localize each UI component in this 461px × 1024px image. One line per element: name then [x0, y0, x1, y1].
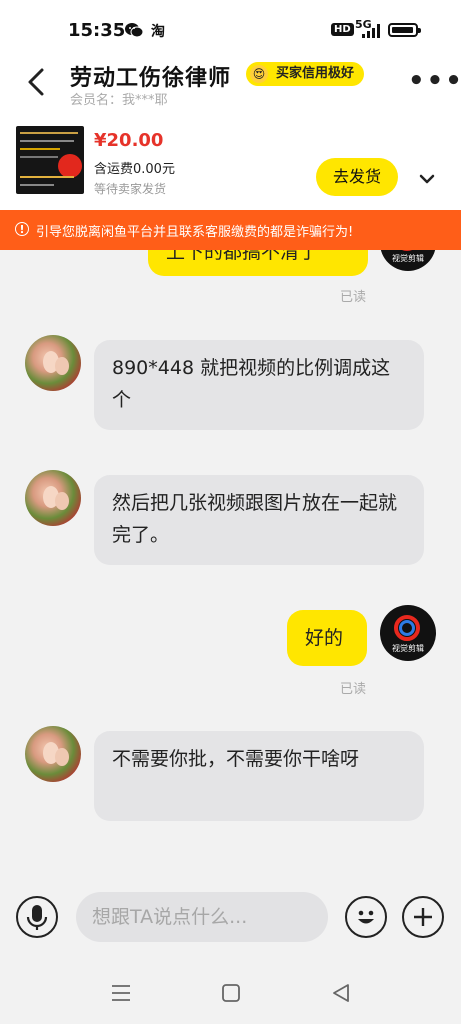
- chat-messages[interactable]: 上下的都搞不清了 视觉剪辑 已读 890*448 就把视频的比例调成这个 然后把…: [0, 250, 461, 870]
- signal-icon: [362, 23, 382, 42]
- menu-icon[interactable]: [110, 983, 132, 1003]
- add-button[interactable]: [402, 896, 444, 938]
- read-receipt: 已读: [340, 682, 367, 697]
- member-name: 会员名：我***耶: [70, 93, 168, 108]
- partner-avatar[interactable]: [25, 470, 81, 526]
- status-bar: 15:35 淘 HD 5G: [0, 0, 461, 56]
- message-bubble-incoming[interactable]: 不需要你批，不需要你干啥呀: [94, 731, 424, 821]
- status-time: 15:35: [68, 20, 126, 41]
- taobao-icon: 淘: [151, 24, 165, 40]
- back-triangle-icon[interactable]: [330, 982, 352, 1004]
- microphone-icon: [26, 905, 48, 930]
- ship-button[interactable]: 去发货: [316, 158, 398, 196]
- warning-icon: !: [15, 222, 29, 236]
- emoji-button[interactable]: [345, 896, 387, 938]
- partner-avatar[interactable]: [25, 335, 81, 391]
- expand-button[interactable]: [416, 168, 438, 190]
- avatar-caption: 视觉剪辑: [392, 644, 424, 653]
- product-card[interactable]: ¥20.00 含运费0.00元 等待卖家发货 去发货: [0, 110, 461, 210]
- product-price: ¥20.00: [94, 130, 164, 151]
- fraud-warning-banner: ! 引导您脱离闲鱼平台并且联系客服缴费的都是诈骗行为!: [0, 210, 461, 250]
- more-options-icon[interactable]: •••: [408, 66, 461, 96]
- hd-badge: HD: [331, 23, 354, 36]
- home-icon[interactable]: [220, 982, 242, 1004]
- plus-icon: [414, 908, 432, 926]
- message-bubble-incoming[interactable]: 890*448 就把视频的比例调成这个: [94, 340, 424, 430]
- credit-badge: 😍 买家信用极好: [246, 62, 365, 86]
- smile-icon: [358, 910, 374, 924]
- order-status: 等待卖家发货: [94, 182, 167, 196]
- wechat-icon: [125, 22, 144, 42]
- credit-badge-label: 买家信用极好: [276, 66, 355, 81]
- avatar-caption: 视觉剪辑: [392, 254, 424, 263]
- contact-name: 劳动工伤徐律师: [70, 66, 232, 91]
- chevron-down-icon: [419, 174, 435, 184]
- fraud-warning-text: 引导您脱离闲鱼平台并且联系客服缴费的都是诈骗行为!: [36, 225, 354, 240]
- chevron-left-icon: [28, 68, 44, 96]
- smile-face-icon: 😍: [250, 65, 268, 83]
- voice-button[interactable]: [16, 896, 58, 938]
- my-avatar[interactable]: 视觉剪辑: [380, 250, 436, 271]
- chat-header: 劳动工伤徐律师 😍 买家信用极好 会员名：我***耶 •••: [0, 56, 461, 110]
- partner-avatar[interactable]: [25, 726, 81, 782]
- message-bubble-outgoing[interactable]: 好的: [287, 610, 367, 666]
- message-input[interactable]: [76, 892, 328, 942]
- my-avatar[interactable]: 视觉剪辑: [380, 605, 436, 661]
- message-bubble-outgoing[interactable]: 上下的都搞不清了: [148, 250, 368, 276]
- shipping-fee: 含运费0.00元: [94, 162, 175, 177]
- system-nav-bar: [0, 965, 461, 1024]
- read-receipt: 已读: [340, 290, 367, 305]
- back-button[interactable]: [22, 62, 52, 102]
- message-bubble-incoming[interactable]: 然后把几张视频跟图片放在一起就完了。: [94, 475, 424, 565]
- battery-icon: [388, 23, 421, 37]
- input-bar: [0, 870, 461, 965]
- product-thumbnail[interactable]: [16, 126, 84, 194]
